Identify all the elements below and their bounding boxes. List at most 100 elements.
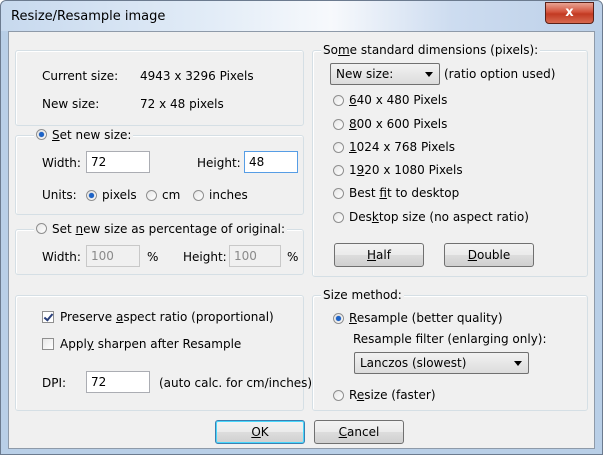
close-icon: x [565,5,574,20]
ok-rest: K [260,425,269,439]
new-size-value: 72 x 48 pixels [140,97,224,111]
percent-label-a: Set [52,222,76,236]
std-640-u: 6 [349,93,357,107]
std-1920-rest: 20 x 1080 Pixels [364,163,463,177]
resize-label[interactable]: Resize (faster) [349,388,436,402]
height-label: Height: [197,156,241,170]
resize-rest: size (faster) [364,388,436,402]
half-u: H [367,248,377,262]
cancel-rest: ancel [347,425,380,439]
dpi-note: (auto calc. for cm/inches) [159,376,313,390]
std-1920-radio[interactable] [333,165,344,176]
percent-height-unit: % [287,250,299,264]
desktop-u: k [371,210,379,224]
size-info-group: Current size: 4943 x 3296 Pixels New siz… [15,50,304,126]
standard-size-dropdown[interactable]: New size: [330,63,440,85]
set-new-size-group: Set new size: Width: Height: Units: pixe… [15,128,304,215]
percent-group: Set new size as percentage of original: … [15,222,304,275]
best-fit-radio[interactable] [333,188,344,199]
resample-u: R [349,311,357,325]
half-button[interactable]: Half [334,243,424,267]
new-size-label: New size: [42,97,100,111]
ok-u: O [251,425,261,439]
percent-radio-wrap[interactable]: Set new size as percentage of original: [34,222,288,236]
unit-inches-radio[interactable] [193,190,204,201]
std-800-label[interactable]: 800 x 600 Pixels [349,117,447,131]
std-1920-label[interactable]: 1920 x 1080 Pixels [349,163,463,177]
percent-radio[interactable] [36,223,47,234]
resample-radio[interactable] [333,313,344,324]
standard-dimensions-title: Some standard dimensions (pixels): [321,43,541,57]
chevron-down-icon [425,72,433,77]
preserve-aspect-label[interactable]: Preserve aspect ratio (proportional) [60,310,274,324]
cancel-u: C [338,425,348,439]
unit-pixels-radio[interactable] [86,190,97,201]
resample-label[interactable]: Resample (better quality) [349,311,503,325]
std-title-u: m [337,43,350,57]
set-new-size-label-b: et new size: [59,128,132,142]
percent-label-b: ew size as percentage of original: [83,222,286,236]
dialog-client: Current size: 4943 x 3296 Pixels New siz… [8,31,595,449]
resize-pre: R [349,388,357,402]
set-new-size-label-a: S [52,128,60,142]
double-button[interactable]: Double [444,243,534,267]
resample-filter-dropdown[interactable]: Lanczos (slowest) [354,352,529,374]
preserve-b: spect ratio (proportional) [123,310,274,324]
resize-radio[interactable] [333,390,344,401]
dropdown-note: (ratio option used) [444,67,556,81]
ok-button[interactable]: OK [215,420,305,444]
percent-width-input[interactable] [86,245,140,267]
best-fit-label[interactable]: Best fit to desktop [349,186,459,200]
apply-sharpen-checkbox[interactable] [42,338,54,350]
standard-dimensions-group: Some standard dimensions (pixels): New s… [312,43,588,277]
current-size-label: Current size: [42,69,119,83]
std-640-label[interactable]: 640 x 480 Pixels [349,93,447,107]
set-new-size-radio[interactable] [36,129,47,140]
width-input[interactable] [86,151,150,173]
size-method-group: Size method: Resample (better quality) R… [312,288,588,411]
percent-width-label: Width: [42,250,81,264]
std-title-b: e standard dimensions (pixels): [349,43,539,57]
sharpen-u: y [86,337,94,351]
double-rest: ouble [476,248,511,262]
current-size-value: 4943 x 3296 Pixels [140,69,254,83]
dpi-label: DPI: [42,376,67,390]
percent-label-u: n [75,222,84,236]
std-800-radio[interactable] [333,119,344,130]
std-1024-label[interactable]: 1024 x 768 Pixels [349,140,455,154]
percent-height-label: Height: [183,250,227,264]
filter-value: Lanczos (slowest) [360,356,467,370]
percent-width-unit: % [147,250,159,264]
percent-height-input[interactable] [229,245,281,267]
std-1920-pre: 1 [349,163,357,177]
unit-cm-label[interactable]: cm [162,188,180,202]
std-800-u: 8 [349,117,357,131]
window-title: Resize/Resample image [11,9,166,24]
std-1024-radio[interactable] [333,142,344,153]
unit-inches-label[interactable]: inches [209,188,248,202]
units-label: Units: [42,188,77,202]
std-800-rest: 00 x 600 Pixels [356,117,448,131]
set-new-size-radio-wrap[interactable]: Set new size: [34,128,134,142]
std-1024-rest: 024 x 768 Pixels [356,140,456,154]
cancel-button[interactable]: Cancel [314,420,404,444]
apply-sharpen-label[interactable]: Apply sharpen after Resample [60,337,241,351]
desktop-rest: top size (no aspect ratio) [378,210,529,224]
unit-cm-radio[interactable] [146,190,157,201]
std-640-rest: 40 x 480 Pixels [356,93,448,107]
double-u: D [467,248,477,262]
unit-pixels-label[interactable]: pixels [102,188,137,202]
std-640-radio[interactable] [333,95,344,106]
close-button[interactable]: x [545,2,594,24]
dpi-input[interactable] [86,371,150,393]
desktop-size-radio[interactable] [333,212,344,223]
chevron-down-icon [514,361,522,366]
height-input[interactable] [244,151,298,173]
std-title-a: So [323,43,338,57]
sharpen-b: sharpen after Resample [93,337,242,351]
sharpen-a: Appl [60,337,87,351]
desktop-size-label[interactable]: Desktop size (no aspect ratio) [349,210,529,224]
title-bar[interactable]: Resize/Resample image x [1,1,602,31]
preserve-aspect-checkbox[interactable] [42,311,54,323]
half-rest: alf [376,248,391,262]
